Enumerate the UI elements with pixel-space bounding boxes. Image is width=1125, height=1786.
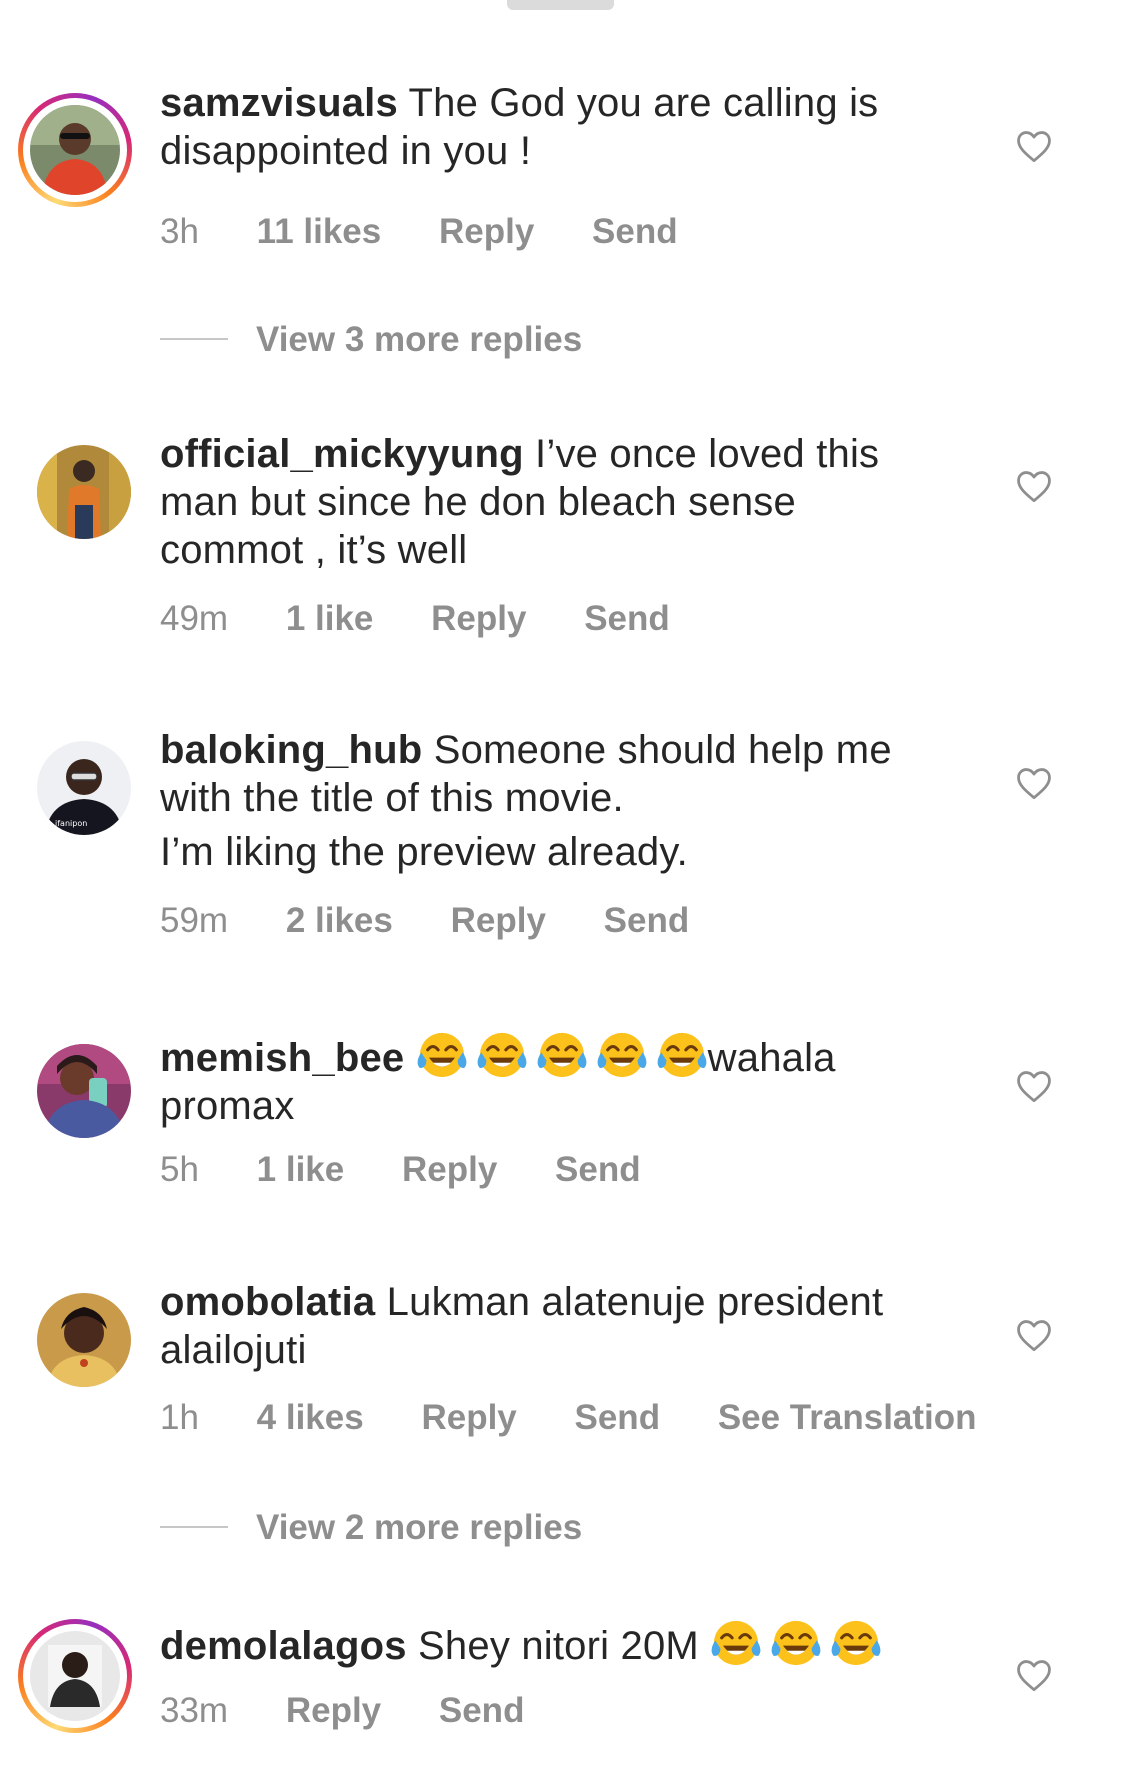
comment-time: 1h (160, 1398, 199, 1437)
avatar[interactable] (37, 1293, 131, 1387)
comment-text: official_mickyyung I’ve once loved this … (160, 430, 980, 574)
reply-button[interactable]: Reply (431, 599, 526, 638)
comment-time: 5h (160, 1150, 199, 1189)
comment-username[interactable]: official_mickyyung (160, 432, 524, 476)
send-button[interactable]: Send (575, 1398, 661, 1437)
send-button[interactable]: Send (439, 1691, 525, 1730)
comment-username[interactable]: omobolatia (160, 1280, 375, 1324)
comment-username[interactable]: demolalagos (160, 1624, 407, 1668)
avatar[interactable] (30, 1631, 120, 1721)
comment-body-line: commot , it’s well (160, 528, 468, 572)
comment-likes-count[interactable]: 4 likes (257, 1398, 364, 1437)
comment-likes-count[interactable]: 11 likes (257, 212, 382, 251)
avatar[interactable] (37, 1044, 131, 1138)
reply-button[interactable]: Reply (421, 1398, 516, 1437)
view-more-replies-label[interactable]: View 2 more replies (256, 1508, 582, 1547)
reply-button[interactable]: Reply (439, 212, 534, 251)
avatar[interactable] (37, 445, 131, 539)
comment-body-line: I’ve once loved this (535, 432, 880, 476)
avatar[interactable] (30, 105, 120, 195)
comment-time: 49m (160, 599, 229, 638)
replies-divider-line (160, 337, 228, 340)
reply-button[interactable]: Reply (451, 901, 546, 940)
comment-body-line: wahala (707, 1036, 836, 1080)
comment-time: 59m (160, 901, 229, 940)
heart-outline-icon[interactable] (1015, 469, 1053, 503)
face-with-tears-of-joy-icon (770, 1617, 822, 1669)
avatar-with-story-ring[interactable] (18, 1619, 132, 1733)
heart-outline-icon[interactable] (1015, 1318, 1053, 1352)
comment-meta: 5h 1 like Reply Send (160, 1150, 689, 1190)
comment-meta: 33m Reply Send (160, 1691, 572, 1731)
face-with-tears-of-joy-icon (656, 1029, 708, 1081)
view-more-replies-button[interactable]: View 2 more replies (160, 1508, 582, 1548)
comment-time: 3h (160, 212, 199, 251)
comment-meta: 59m 2 likes Reply Send (160, 901, 737, 941)
view-more-replies-button[interactable]: View 3 more replies (160, 320, 582, 360)
send-button[interactable]: Send (584, 599, 670, 638)
heart-outline-icon[interactable] (1015, 129, 1053, 163)
comment-text: omobolatia Lukman alatenuje president al… (160, 1278, 980, 1374)
heart-outline-icon[interactable] (1015, 1658, 1053, 1692)
face-with-tears-of-joy-icon (596, 1029, 648, 1081)
comment-meta: 3h 11 likes Reply Send (160, 212, 726, 252)
comment-meta: 1h 4 likes Reply Send See Translation (160, 1398, 1025, 1438)
face-with-tears-of-joy-icon (710, 1617, 762, 1669)
send-button[interactable]: Send (592, 212, 678, 251)
heart-outline-icon[interactable] (1015, 1069, 1053, 1103)
comment-body-line: man but since he don bleach sense (160, 480, 796, 524)
comment-body-line: I’m liking the preview already. (160, 830, 688, 874)
comment-likes-count[interactable]: 1 like (286, 599, 374, 638)
see-translation-button[interactable]: See Translation (718, 1398, 977, 1437)
comment-time: 33m (160, 1691, 229, 1730)
comment-text: memish_bee wahala promax (160, 1029, 980, 1130)
avatar-wrap[interactable] (18, 426, 132, 540)
send-button[interactable]: Send (604, 901, 690, 940)
avatar-with-story-ring[interactable] (18, 93, 132, 207)
reply-button[interactable]: Reply (402, 1150, 497, 1189)
comment-text: baloking_hub Someone should help me with… (160, 726, 980, 876)
view-more-replies-label[interactable]: View 3 more replies (256, 320, 582, 359)
comment-text: demolalagos Shey nitori 20M (160, 1617, 980, 1670)
avatar-wrap[interactable]: ifanipon (18, 722, 132, 836)
comment-username[interactable]: memish_bee (160, 1036, 404, 1080)
comment-meta: 49m 1 like Reply Send (160, 599, 718, 639)
comment-body-line: disappointed in you ! (160, 129, 532, 173)
face-with-tears-of-joy-icon (476, 1029, 528, 1081)
replies-divider-line (160, 1525, 228, 1528)
comment-username[interactable]: baloking_hub (160, 728, 422, 772)
send-button[interactable]: Send (555, 1150, 641, 1189)
avatar-wrap[interactable] (18, 1025, 132, 1139)
comment-body-line: Lukman alatenuje president (386, 1280, 884, 1324)
comment-body-line: promax (160, 1084, 295, 1128)
face-with-tears-of-joy-icon (830, 1617, 882, 1669)
heart-outline-icon[interactable] (1015, 766, 1053, 800)
comment-body-line: alailojuti (160, 1328, 307, 1372)
comment-body-line: Someone should help me (433, 728, 892, 772)
avatar[interactable]: ifanipon (37, 741, 131, 835)
reply-button[interactable]: Reply (286, 1691, 381, 1730)
comment-body-line: Shey nitori 20M (418, 1624, 699, 1668)
sheet-drag-handle[interactable] (507, 0, 614, 10)
comment-username[interactable]: samzvisuals (160, 81, 398, 125)
comment-likes-count[interactable]: 2 likes (286, 901, 393, 940)
avatar-wrap[interactable] (18, 1274, 132, 1388)
comment-body-line: The God you are calling is (408, 81, 879, 125)
comment-text: samzvisuals The God you are calling is d… (160, 79, 980, 175)
face-with-tears-of-joy-icon (536, 1029, 588, 1081)
comment-likes-count[interactable]: 1 like (257, 1150, 345, 1189)
face-with-tears-of-joy-icon (416, 1029, 468, 1081)
comment-body-line: with the title of this movie. (160, 776, 624, 820)
svg-text:ifanipon: ifanipon (55, 819, 87, 828)
